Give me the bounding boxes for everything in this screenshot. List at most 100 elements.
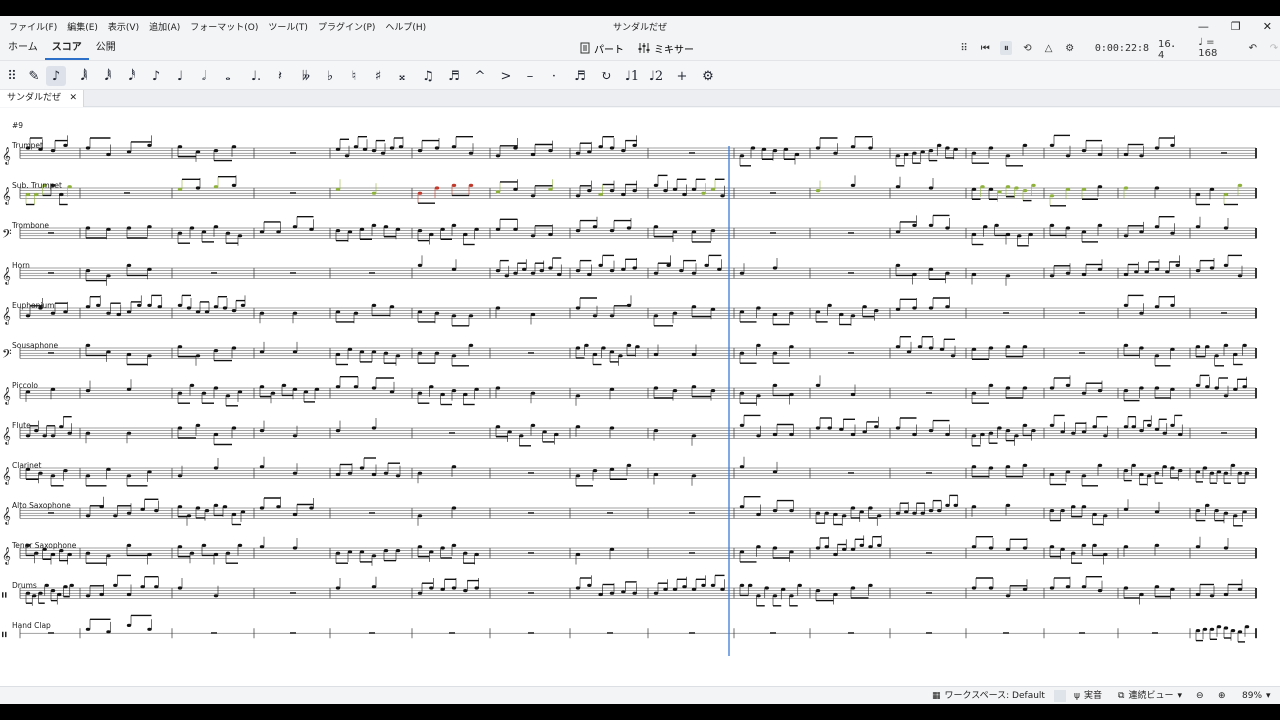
marcato-icon[interactable]: ^ <box>470 66 490 86</box>
instrument-label[interactable]: Clarinet <box>12 461 41 470</box>
natural-icon[interactable]: ♮ <box>344 66 364 86</box>
notehead <box>1154 543 1160 547</box>
instrument-label[interactable]: Trombone <box>12 221 49 230</box>
metronome-icon[interactable]: △ <box>1043 41 1055 55</box>
parts-label: パート <box>594 44 624 56</box>
menu-help[interactable]: ヘルプ(H) <box>380 20 431 33</box>
instrument-label[interactable]: Trumpet <box>12 141 43 150</box>
score-view[interactable]: #9 𝄞 𝄞 𝄢 𝄞 𝄞 𝄢 𝄞 𝄞 𝄞 𝄞 𝄞 𝄥 𝄥 Trumpet Sub. Trumpet Trom… <box>0 108 1280 686</box>
instrument-label[interactable]: Sub. Trumpet <box>12 181 62 190</box>
instrument-label[interactable]: Piccolo <box>12 381 38 390</box>
close-icon[interactable]: ✕ <box>1263 20 1272 33</box>
instrument-label[interactable]: Drums <box>12 581 37 590</box>
playback-settings-icon[interactable]: ⚙ <box>1064 41 1076 55</box>
notehead <box>106 152 111 157</box>
tempo-display[interactable]: ♩ = 168 <box>1198 37 1231 59</box>
instrument-label[interactable]: Hand Clap <box>12 621 51 630</box>
notehead <box>371 554 377 558</box>
add-icon[interactable]: + <box>672 66 692 86</box>
notehead <box>126 387 132 391</box>
whole-note-icon[interactable]: 𝅝 <box>218 66 238 86</box>
menu-edit[interactable]: 編集(E) <box>62 20 103 33</box>
notehead <box>691 385 697 389</box>
notehead <box>1065 271 1071 275</box>
notehead <box>42 434 47 438</box>
notehead <box>213 552 219 557</box>
rewind-icon[interactable]: ⏮ <box>979 41 991 55</box>
rest-mark <box>528 352 534 354</box>
notehead <box>609 591 615 595</box>
instrument-label[interactable]: Euphonium <box>12 301 55 310</box>
16th-note-icon[interactable]: 𝅘𝅥𝅰 <box>122 66 142 86</box>
rest-mark <box>607 512 613 514</box>
accent-icon[interactable]: > <box>496 66 516 86</box>
zoom-selector[interactable]: 89% ▾ <box>1242 687 1271 704</box>
tuplet-icon[interactable]: ♬ <box>570 66 590 86</box>
notehead <box>980 432 985 437</box>
menu-plugins[interactable]: プラグイン(P) <box>313 20 380 33</box>
eighth-note-icon[interactable]: ♪ <box>146 66 166 86</box>
double-flat-icon[interactable]: 𝄫 <box>296 66 316 86</box>
tab-home[interactable]: ホーム <box>1 36 45 60</box>
menu-file[interactable]: ファイル(F) <box>4 20 62 33</box>
tenuto-icon[interactable]: – <box>520 66 540 86</box>
menu-add[interactable]: 追加(A) <box>144 20 185 33</box>
notehead <box>50 589 56 593</box>
zoom-out-button[interactable]: ⊖ <box>1196 687 1204 704</box>
menu-tools[interactable]: ツール(T) <box>263 20 313 33</box>
notehead <box>434 311 440 315</box>
document-tab[interactable]: サンダルだぜ ✕ <box>0 90 85 107</box>
tab-publish[interactable]: 公開 <box>89 36 123 60</box>
notehead <box>530 271 536 275</box>
parts-button[interactable]: パート <box>580 41 624 56</box>
slur-icon[interactable]: ♬ <box>444 66 464 86</box>
notehead <box>756 512 761 517</box>
notehead <box>259 350 265 354</box>
tie-icon[interactable]: ♫ <box>418 66 438 86</box>
dotted-note-icon[interactable]: ♩. <box>246 66 266 86</box>
64th-note-icon[interactable]: 𝅘𝅥𝅲 <box>74 66 94 86</box>
zoom-in-button[interactable]: ⊕ <box>1218 687 1226 704</box>
notehead <box>1154 305 1160 309</box>
note-input-icon[interactable]: ♪ <box>46 66 66 86</box>
staccato-icon[interactable]: · <box>544 66 564 86</box>
32nd-note-icon[interactable]: 𝅘𝅥𝅱 <box>98 66 118 86</box>
instrument-label[interactable]: Sousaphone <box>12 341 58 350</box>
view-mode-selector[interactable]: ⧉ 連続ビュー ▾ <box>1118 687 1182 704</box>
undo-icon[interactable]: ↶ <box>1247 41 1259 55</box>
workspace-selector[interactable]: ▦ ワークスペース: Default <box>932 687 1045 704</box>
close-tab-icon[interactable]: ✕ <box>69 90 77 107</box>
score-canvas[interactable]: 𝄞 𝄞 𝄢 𝄞 𝄞 𝄢 𝄞 𝄞 𝄞 𝄞 𝄞 𝄥 𝄥 <box>0 108 1280 686</box>
menu-view[interactable]: 表示(V) <box>103 20 144 33</box>
sharp-icon[interactable]: ♯ <box>368 66 388 86</box>
menu-format[interactable]: フォーマット(O) <box>185 20 263 33</box>
notehead <box>971 434 977 438</box>
maximize-icon[interactable]: ❐ <box>1231 20 1241 33</box>
mixer-button[interactable]: ミキサー <box>638 41 694 56</box>
customize-icon[interactable]: ⚙ <box>698 66 718 86</box>
redo-icon[interactable]: ↷ <box>1268 41 1280 55</box>
voice-2-icon[interactable]: ♩2 <box>646 66 666 86</box>
tab-score[interactable]: スコア <box>44 36 89 60</box>
flat-icon[interactable]: ♭ <box>320 66 340 86</box>
pen-icon[interactable]: ✎ <box>24 66 44 86</box>
loop-icon[interactable]: ⟲ <box>1021 41 1033 55</box>
pause-icon[interactable]: ⏸ <box>1000 41 1013 55</box>
concert-pitch-toggle[interactable]: ψ 実音 <box>1054 687 1102 704</box>
rest-icon[interactable]: 𝄽 <box>270 66 290 86</box>
notehead <box>1223 263 1229 267</box>
double-sharp-icon[interactable]: 𝄪 <box>392 66 412 86</box>
instrument-label[interactable]: Tenor Saxophone <box>12 541 76 550</box>
notehead <box>587 150 592 154</box>
minimize-icon[interactable]: — <box>1198 20 1209 33</box>
half-note-icon[interactable]: 𝅗𝅥 <box>194 66 214 86</box>
instrument-label[interactable]: Flute <box>12 421 31 430</box>
flip-icon[interactable]: ↻ <box>596 66 616 86</box>
voice-1-icon[interactable]: ♩1 <box>622 66 642 86</box>
instrument-label[interactable]: Alto Saxophone <box>12 501 71 510</box>
notehead <box>783 147 789 151</box>
instrument-label[interactable]: Horn <box>12 261 30 270</box>
notehead <box>789 345 794 349</box>
rest-mark <box>369 632 375 634</box>
quarter-note-icon[interactable]: ♩ <box>170 66 190 86</box>
